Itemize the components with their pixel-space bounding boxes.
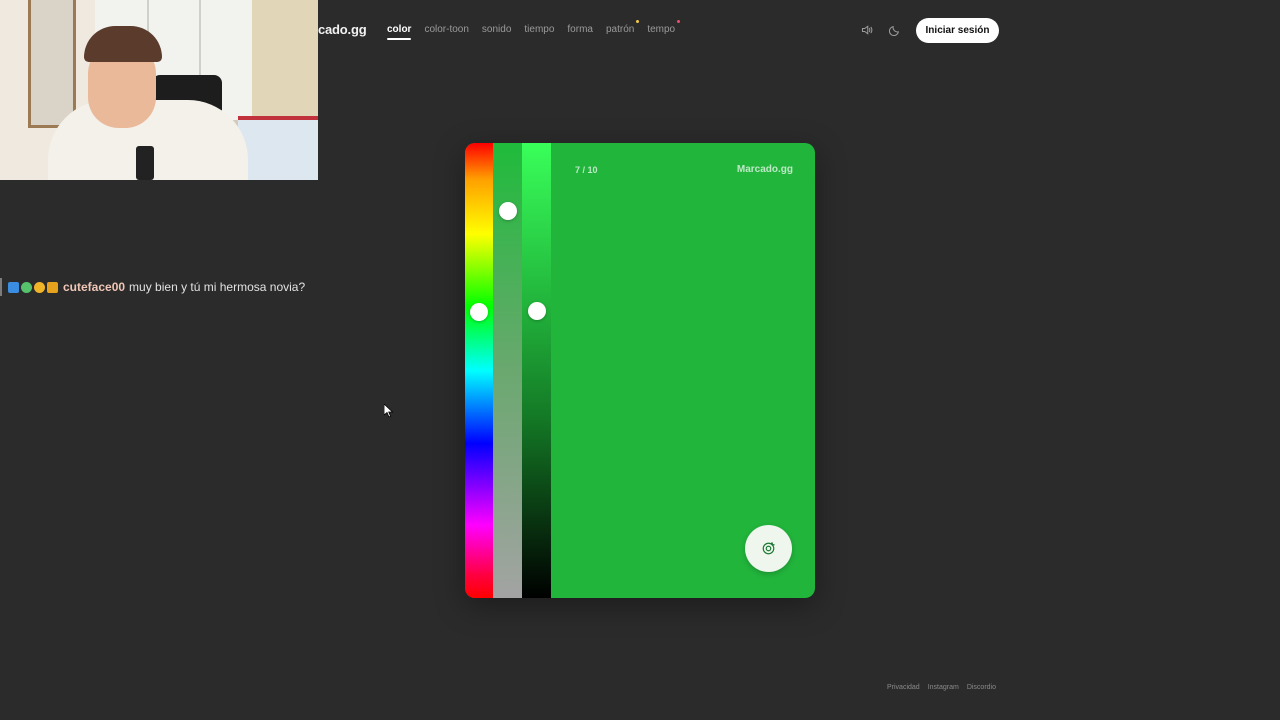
sparkle-badge bbox=[21, 281, 32, 293]
login-button[interactable]: Iniciar sesión bbox=[916, 18, 999, 43]
chat-text: muy bien y tú mi hermosa novia? bbox=[129, 280, 306, 294]
target-check-icon bbox=[762, 542, 775, 555]
discord-link[interactable]: Discordio bbox=[967, 684, 996, 691]
tab-tempo[interactable]: tempo bbox=[647, 20, 681, 39]
moon-icon[interactable] bbox=[888, 23, 902, 37]
new-dot bbox=[677, 20, 681, 23]
hue-handle[interactable] bbox=[470, 303, 488, 321]
one-badge bbox=[34, 281, 45, 293]
tab-forma[interactable]: forma bbox=[567, 24, 593, 39]
webcam-overlay bbox=[0, 0, 318, 180]
tab-tiempo[interactable]: tiempo bbox=[524, 24, 554, 39]
card-brand: Marcado.gg bbox=[736, 164, 793, 175]
submit-button[interactable] bbox=[745, 525, 792, 572]
lightness-slider[interactable] bbox=[522, 143, 551, 598]
round-progress: 7 / 10 bbox=[575, 165, 598, 175]
footer-links: Privacidad Instagram Discordio bbox=[887, 684, 996, 691]
tab-color-toon[interactable]: color-toon bbox=[424, 24, 468, 39]
chat-message: cuteface00 muy bien y tú mi hermosa novi… bbox=[0, 278, 305, 296]
mouse-cursor-icon bbox=[384, 404, 394, 418]
chat-username: cuteface00 bbox=[63, 280, 126, 294]
hue-slider[interactable] bbox=[465, 143, 493, 598]
tab-sonido[interactable]: sonido bbox=[482, 24, 511, 39]
instagram-link[interactable]: Instagram bbox=[928, 684, 959, 691]
saturation-handle[interactable] bbox=[499, 202, 517, 220]
new-dot bbox=[636, 20, 640, 23]
lightness-handle[interactable] bbox=[528, 302, 546, 320]
color-game-card: 7 / 10 Marcado.gg bbox=[465, 143, 815, 598]
tab-patron[interactable]: patrón bbox=[606, 20, 640, 39]
privacy-link[interactable]: Privacidad bbox=[887, 684, 920, 691]
speaker-icon[interactable] bbox=[860, 23, 874, 37]
page: cado.gg color color-toon sonido tiempo f… bbox=[0, 0, 1280, 720]
tab-color[interactable]: color bbox=[387, 24, 412, 40]
prime-badge bbox=[8, 281, 19, 293]
site-logo[interactable]: cado.gg bbox=[318, 22, 367, 37]
chat-accent-bar bbox=[0, 278, 2, 296]
crown-badge bbox=[47, 281, 58, 293]
game-nav: color color-toon sonido tiempo forma pat… bbox=[387, 20, 688, 40]
